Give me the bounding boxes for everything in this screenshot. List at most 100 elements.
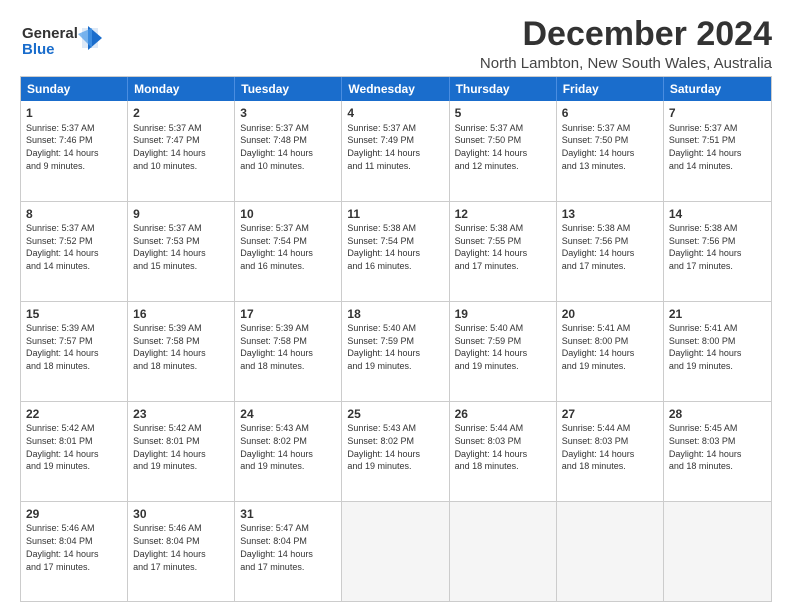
day-details: Sunrise: 5:43 AM Sunset: 8:02 PM Dayligh… bbox=[240, 423, 313, 471]
calendar-header: Sunday Monday Tuesday Wednesday Thursday… bbox=[21, 77, 771, 101]
svg-text:General: General bbox=[22, 25, 78, 42]
calendar-cell: 12Sunrise: 5:38 AM Sunset: 7:55 PM Dayli… bbox=[450, 202, 557, 301]
day-details: Sunrise: 5:38 AM Sunset: 7:54 PM Dayligh… bbox=[347, 223, 420, 271]
calendar-row-2: 15Sunrise: 5:39 AM Sunset: 7:57 PM Dayli… bbox=[21, 301, 771, 401]
day-details: Sunrise: 5:39 AM Sunset: 7:57 PM Dayligh… bbox=[26, 323, 99, 371]
day-number: 10 bbox=[240, 206, 336, 222]
header-tuesday: Tuesday bbox=[235, 77, 342, 101]
day-details: Sunrise: 5:37 AM Sunset: 7:52 PM Dayligh… bbox=[26, 223, 99, 271]
day-number: 7 bbox=[669, 105, 766, 121]
day-details: Sunrise: 5:37 AM Sunset: 7:53 PM Dayligh… bbox=[133, 223, 206, 271]
page: General Blue December 2024 North Lambton… bbox=[0, 0, 792, 612]
day-number: 8 bbox=[26, 206, 122, 222]
day-number: 18 bbox=[347, 306, 443, 322]
day-details: Sunrise: 5:39 AM Sunset: 7:58 PM Dayligh… bbox=[133, 323, 206, 371]
day-number: 14 bbox=[669, 206, 766, 222]
day-number: 9 bbox=[133, 206, 229, 222]
svg-text:Blue: Blue bbox=[22, 41, 55, 58]
calendar-row-1: 8Sunrise: 5:37 AM Sunset: 7:52 PM Daylig… bbox=[21, 201, 771, 301]
calendar-cell: 18Sunrise: 5:40 AM Sunset: 7:59 PM Dayli… bbox=[342, 302, 449, 401]
calendar: Sunday Monday Tuesday Wednesday Thursday… bbox=[20, 76, 772, 602]
calendar-row-0: 1Sunrise: 5:37 AM Sunset: 7:46 PM Daylig… bbox=[21, 101, 771, 200]
day-number: 2 bbox=[133, 105, 229, 121]
calendar-cell: 15Sunrise: 5:39 AM Sunset: 7:57 PM Dayli… bbox=[21, 302, 128, 401]
header-wednesday: Wednesday bbox=[342, 77, 449, 101]
calendar-row-4: 29 Sunrise: 5:46 AM Sunset: 8:04 PM Dayli… bbox=[21, 501, 771, 601]
day-details: Sunrise: 5:38 AM Sunset: 7:56 PM Dayligh… bbox=[562, 223, 635, 271]
calendar-cell: 22Sunrise: 5:42 AM Sunset: 8:01 PM Dayli… bbox=[21, 402, 128, 501]
day-number: 24 bbox=[240, 406, 336, 422]
calendar-cell: 19Sunrise: 5:40 AM Sunset: 7:59 PM Dayli… bbox=[450, 302, 557, 401]
day-details: Sunrise: 5:45 AM Sunset: 8:03 PM Dayligh… bbox=[669, 423, 742, 471]
day-number: 4 bbox=[347, 105, 443, 121]
day-number: 17 bbox=[240, 306, 336, 322]
calendar-cell: 17Sunrise: 5:39 AM Sunset: 7:58 PM Dayli… bbox=[235, 302, 342, 401]
calendar-cell: 3Sunrise: 5:37 AM Sunset: 7:48 PM Daylig… bbox=[235, 101, 342, 200]
calendar-cell: 21Sunrise: 5:41 AM Sunset: 8:00 PM Dayli… bbox=[664, 302, 771, 401]
calendar-row-3: 22Sunrise: 5:42 AM Sunset: 8:01 PM Dayli… bbox=[21, 401, 771, 501]
calendar-cell: 10Sunrise: 5:37 AM Sunset: 7:54 PM Dayli… bbox=[235, 202, 342, 301]
calendar-cell: 23Sunrise: 5:42 AM Sunset: 8:01 PM Dayli… bbox=[128, 402, 235, 501]
header-monday: Monday bbox=[128, 77, 235, 101]
day-details: Sunrise: 5:37 AM Sunset: 7:48 PM Dayligh… bbox=[240, 123, 313, 171]
calendar-cell bbox=[664, 502, 771, 601]
calendar-cell bbox=[557, 502, 664, 601]
day-number: 15 bbox=[26, 306, 122, 322]
day-number: 5 bbox=[455, 105, 551, 121]
calendar-cell: 9Sunrise: 5:37 AM Sunset: 7:53 PM Daylig… bbox=[128, 202, 235, 301]
day-number: 6 bbox=[562, 105, 658, 121]
day-number: 31 bbox=[240, 506, 336, 522]
day-number: 28 bbox=[669, 406, 766, 422]
calendar-cell: 28Sunrise: 5:45 AM Sunset: 8:03 PM Dayli… bbox=[664, 402, 771, 501]
calendar-cell: 16Sunrise: 5:39 AM Sunset: 7:58 PM Dayli… bbox=[128, 302, 235, 401]
day-details: Sunrise: 5:41 AM Sunset: 8:00 PM Dayligh… bbox=[669, 323, 742, 371]
header-friday: Friday bbox=[557, 77, 664, 101]
day-number: 13 bbox=[562, 206, 658, 222]
month-title: December 2024 bbox=[480, 16, 772, 53]
day-details: Sunrise: 5:43 AM Sunset: 8:02 PM Dayligh… bbox=[347, 423, 420, 471]
day-number: 20 bbox=[562, 306, 658, 322]
logo: General Blue bbox=[20, 20, 110, 69]
calendar-cell: 6 Sunrise: 5:37 AM Sunset: 7:50 PM Daylig… bbox=[557, 101, 664, 200]
day-details: Sunrise: 5:39 AM Sunset: 7:58 PM Dayligh… bbox=[240, 323, 313, 371]
calendar-cell: 25Sunrise: 5:43 AM Sunset: 8:02 PM Dayli… bbox=[342, 402, 449, 501]
calendar-cell: 26Sunrise: 5:44 AM Sunset: 8:03 PM Dayli… bbox=[450, 402, 557, 501]
calendar-cell: 4 Sunrise: 5:37 AM Sunset: 7:49 PM Daylig… bbox=[342, 101, 449, 200]
calendar-cell: 24Sunrise: 5:43 AM Sunset: 8:02 PM Dayli… bbox=[235, 402, 342, 501]
day-details: Sunrise: 5:47 AM Sunset: 8:04 PM Dayligh… bbox=[240, 523, 313, 571]
day-number: 29 bbox=[26, 506, 122, 522]
day-number: 27 bbox=[562, 406, 658, 422]
header-thursday: Thursday bbox=[450, 77, 557, 101]
day-number: 23 bbox=[133, 406, 229, 422]
day-number: 19 bbox=[455, 306, 551, 322]
calendar-cell: 31Sunrise: 5:47 AM Sunset: 8:04 PM Dayli… bbox=[235, 502, 342, 601]
calendar-cell: 2 Sunrise: 5:37 AM Sunset: 7:47 PM Daylig… bbox=[128, 101, 235, 200]
day-number: 16 bbox=[133, 306, 229, 322]
calendar-cell: 30Sunrise: 5:46 AM Sunset: 8:04 PM Dayli… bbox=[128, 502, 235, 601]
day-number: 1 bbox=[26, 105, 122, 121]
calendar-cell: 13Sunrise: 5:38 AM Sunset: 7:56 PM Dayli… bbox=[557, 202, 664, 301]
calendar-cell: 27Sunrise: 5:44 AM Sunset: 8:03 PM Dayli… bbox=[557, 402, 664, 501]
calendar-cell: 20Sunrise: 5:41 AM Sunset: 8:00 PM Dayli… bbox=[557, 302, 664, 401]
day-details: Sunrise: 5:37 AM Sunset: 7:49 PM Dayligh… bbox=[347, 123, 420, 171]
day-details: Sunrise: 5:37 AM Sunset: 7:50 PM Dayligh… bbox=[562, 123, 635, 171]
day-number: 21 bbox=[669, 306, 766, 322]
day-details: Sunrise: 5:40 AM Sunset: 7:59 PM Dayligh… bbox=[455, 323, 528, 371]
calendar-cell: 7Sunrise: 5:37 AM Sunset: 7:51 PM Daylig… bbox=[664, 101, 771, 200]
calendar-cell bbox=[342, 502, 449, 601]
calendar-cell: 1Sunrise: 5:37 AM Sunset: 7:46 PM Daylig… bbox=[21, 101, 128, 200]
day-details: Sunrise: 5:37 AM Sunset: 7:54 PM Dayligh… bbox=[240, 223, 313, 271]
calendar-cell: 14Sunrise: 5:38 AM Sunset: 7:56 PM Dayli… bbox=[664, 202, 771, 301]
day-details: Sunrise: 5:44 AM Sunset: 8:03 PM Dayligh… bbox=[455, 423, 528, 471]
day-details: Sunrise: 5:38 AM Sunset: 7:56 PM Dayligh… bbox=[669, 223, 742, 271]
day-details: Sunrise: 5:44 AM Sunset: 8:03 PM Dayligh… bbox=[562, 423, 635, 471]
calendar-cell: 8Sunrise: 5:37 AM Sunset: 7:52 PM Daylig… bbox=[21, 202, 128, 301]
logo-icon: General Blue bbox=[20, 20, 110, 64]
day-number: 12 bbox=[455, 206, 551, 222]
day-details: Sunrise: 5:46 AM Sunset: 8:04 PM Dayligh… bbox=[133, 523, 206, 571]
header-saturday: Saturday bbox=[664, 77, 771, 101]
day-details: Sunrise: 5:38 AM Sunset: 7:55 PM Dayligh… bbox=[455, 223, 528, 271]
day-details: Sunrise: 5:37 AM Sunset: 7:47 PM Dayligh… bbox=[133, 123, 206, 171]
day-details: Sunrise: 5:42 AM Sunset: 8:01 PM Dayligh… bbox=[26, 423, 99, 471]
calendar-cell: 11Sunrise: 5:38 AM Sunset: 7:54 PM Dayli… bbox=[342, 202, 449, 301]
